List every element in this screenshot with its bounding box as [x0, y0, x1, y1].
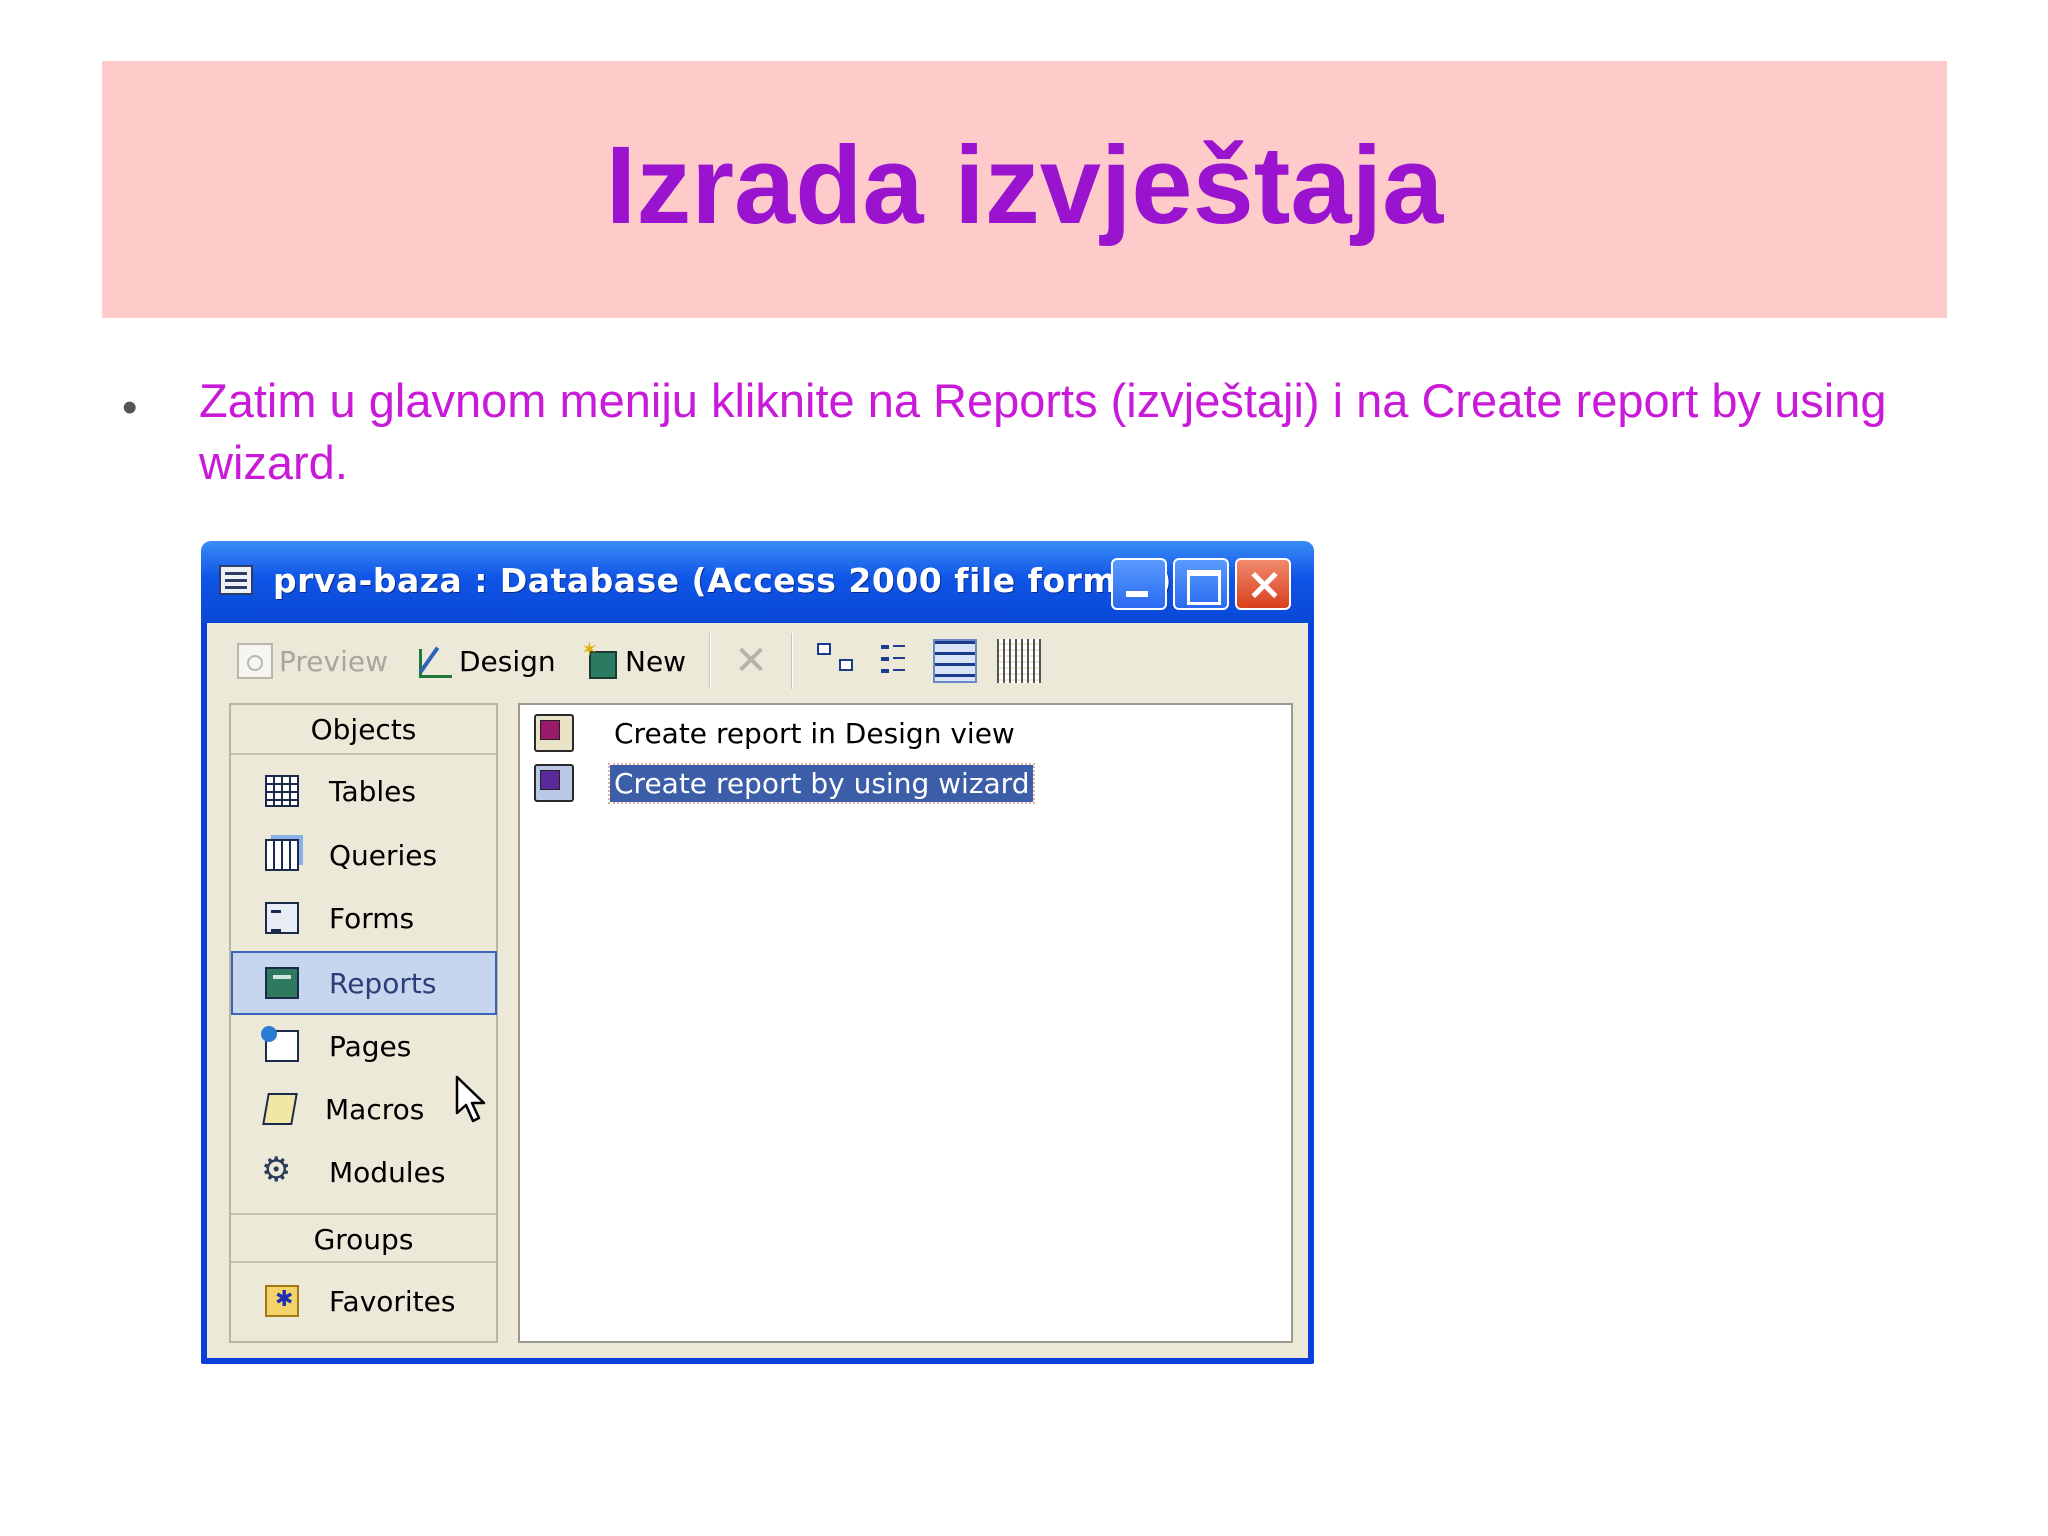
object-list-pane: Create report in Design view Create repo… [518, 703, 1293, 1343]
window-client: Preview Design New ✕ Objects Tables [207, 623, 1308, 1358]
bullet-text: Zatim u glavnom meniju kliknite na Repor… [199, 374, 1887, 489]
large-icons-view-icon[interactable] [815, 639, 859, 683]
object-label: Pages [329, 1029, 412, 1063]
database-window: prva-baza : Database (Access 2000 file f… [201, 541, 1314, 1364]
new-label: New [625, 644, 687, 678]
object-label: Queries [329, 838, 438, 872]
query-icon [265, 839, 299, 871]
object-modules[interactable]: Modules [233, 1142, 496, 1202]
objects-header[interactable]: Objects [231, 705, 496, 755]
group-label: Favorites [329, 1284, 456, 1318]
close-button[interactable] [1235, 558, 1291, 610]
preview-icon [237, 643, 273, 679]
preview-label: Preview [279, 644, 388, 678]
form-icon [265, 902, 299, 934]
list-view-icon[interactable] [933, 639, 977, 683]
window-titlebar[interactable]: prva-baza : Database (Access 2000 file f… [201, 541, 1314, 623]
favorites-icon [265, 1285, 299, 1317]
slide-title: Izrada izvještaja [605, 124, 1444, 247]
page-icon [261, 1026, 299, 1062]
report-icon [265, 967, 299, 999]
objects-bar: Objects Tables Queries Forms Reports Pag… [229, 703, 498, 1343]
design-button[interactable]: Design [417, 639, 556, 683]
groups-header[interactable]: Groups [231, 1213, 496, 1263]
object-label: Macros [325, 1092, 425, 1126]
object-label: Tables [329, 774, 416, 808]
title-band: Izrada izvještaja [102, 61, 1947, 318]
report-design-icon [534, 714, 574, 752]
object-queries[interactable]: Queries [233, 825, 496, 885]
bullet-marker: • [122, 383, 138, 432]
new-icon [581, 637, 619, 679]
new-button[interactable]: New [581, 637, 687, 683]
object-reports[interactable]: Reports [231, 951, 497, 1015]
mouse-cursor-icon [455, 1075, 486, 1123]
toolbar: Preview Design New ✕ [207, 623, 1308, 699]
macro-icon [262, 1093, 298, 1125]
table-icon [265, 775, 299, 807]
group-favorites[interactable]: Favorites [233, 1271, 496, 1331]
maximize-button[interactable] [1173, 558, 1229, 610]
module-icon [261, 1150, 299, 1190]
delete-icon[interactable]: ✕ [731, 641, 771, 681]
list-item[interactable]: Create report by using wizard [534, 761, 1036, 805]
toolbar-separator [709, 633, 711, 689]
toolbar-separator [791, 633, 793, 689]
database-icon [219, 565, 253, 595]
small-icons-view-icon[interactable] [877, 639, 921, 683]
details-view-icon[interactable] [997, 639, 1041, 683]
preview-button[interactable]: Preview [237, 639, 388, 683]
list-item[interactable]: Create report in Design view [534, 711, 1019, 755]
object-forms[interactable]: Forms [233, 888, 496, 948]
object-label: Forms [329, 901, 415, 935]
design-icon [417, 643, 453, 679]
object-pages[interactable]: Pages [233, 1016, 496, 1076]
object-label: Modules [329, 1155, 446, 1189]
object-label: Reports [329, 966, 437, 1000]
object-tables[interactable]: Tables [233, 761, 496, 821]
list-item-label: Create report in Design view [614, 716, 1015, 750]
minimize-button[interactable] [1111, 558, 1167, 610]
list-item-label: Create report by using wizard [607, 762, 1036, 804]
design-label: Design [459, 644, 556, 678]
report-wizard-icon [534, 764, 574, 802]
window-title: prva-baza : Database (Access 2000 file f… [273, 561, 1172, 600]
